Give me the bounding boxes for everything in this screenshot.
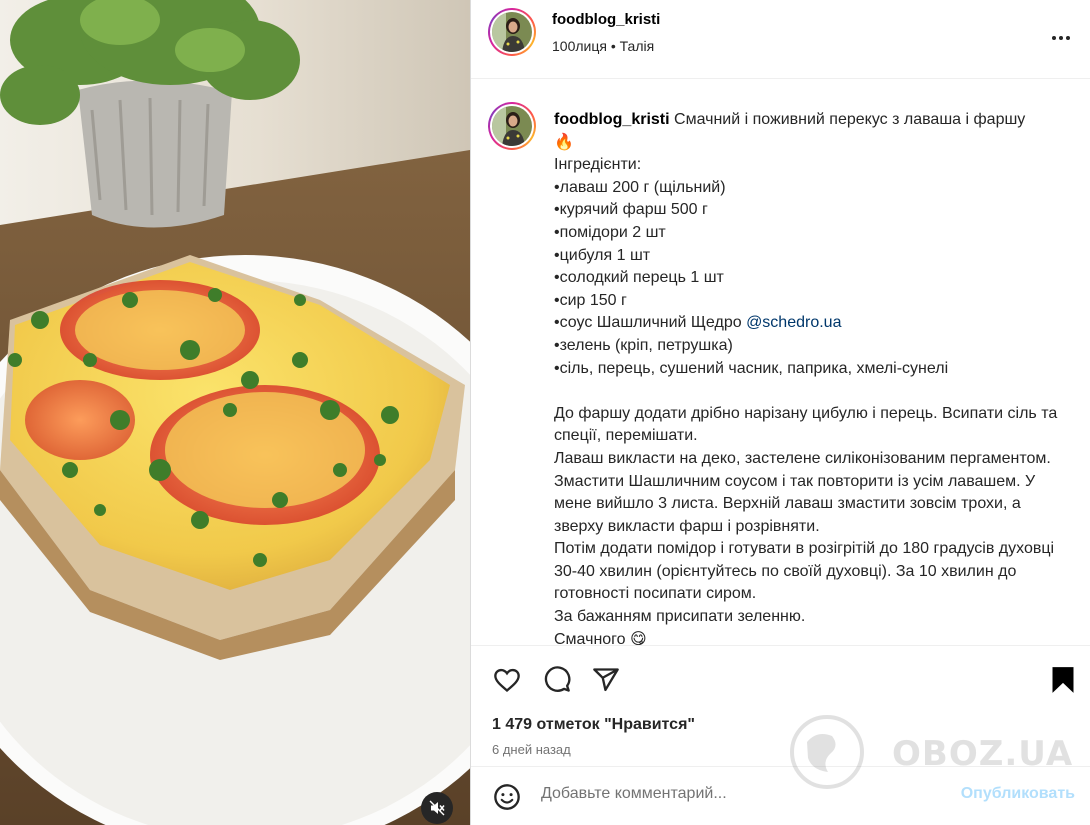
audio-location-line[interactable]: 100лиця • Талія: [552, 38, 654, 54]
profile-photo: [492, 12, 532, 52]
fire-emoji: 🔥: [554, 133, 574, 151]
caption-section: foodblog_kristi Смачний і поживний перек…: [471, 80, 1090, 645]
caption-text: foodblog_kristi Смачний і поживний перек…: [554, 109, 1074, 645]
speaker-muted-icon: [429, 800, 445, 816]
paper-plane-icon: [593, 668, 619, 692]
profile-photo: [492, 106, 532, 146]
heart-icon: [494, 668, 520, 693]
mute-button[interactable]: [421, 792, 453, 824]
username[interactable]: foodblog_kristi: [552, 11, 660, 28]
caption-title: Смачний і поживний перекус з лаваша і фа…: [669, 111, 1026, 128]
post-time[interactable]: 6 дней назад: [492, 742, 571, 757]
post-panel: foodblog_kristi 100лиця • Талія foodblog…: [470, 0, 1090, 825]
comment-button[interactable]: [541, 664, 573, 696]
mention-link[interactable]: @schedro.ua: [746, 314, 841, 331]
emoji-button[interactable]: [491, 781, 523, 813]
comment-bubble-icon: [544, 666, 571, 692]
like-count[interactable]: 1 479 отметок "Нравится": [492, 716, 695, 734]
share-button[interactable]: [590, 664, 622, 696]
avatar[interactable]: [488, 8, 536, 56]
more-horizontal-icon: [1052, 36, 1070, 40]
post-header: foodblog_kristi 100лиця • Талія: [471, 0, 1090, 79]
smiley-icon: [494, 784, 520, 810]
more-options-button[interactable]: [1049, 26, 1073, 50]
caption-username[interactable]: foodblog_kristi: [554, 111, 670, 128]
save-button[interactable]: [1047, 664, 1079, 696]
like-button[interactable]: [491, 664, 523, 696]
caption-ingredients: Інгредієнти: •лаваш 200 г (щільний) •кур…: [554, 156, 742, 332]
publish-button[interactable]: Опубликовать: [961, 785, 1075, 803]
caption-instructions: •зелень (кріп, петрушка) •сіль, перець, …: [554, 336, 1058, 645]
food-photo: [0, 0, 470, 825]
caption-avatar[interactable]: [488, 102, 536, 150]
yum-emoji: 😋: [630, 630, 647, 645]
post-media[interactable]: [0, 0, 470, 825]
post-actions: 1 479 отметок "Нравится" 6 дней назад Оп…: [471, 645, 1090, 825]
bookmark-filled-icon: [1052, 667, 1074, 693]
comment-input[interactable]: [541, 785, 941, 803]
comment-bar: Опубликовать: [471, 766, 1090, 825]
